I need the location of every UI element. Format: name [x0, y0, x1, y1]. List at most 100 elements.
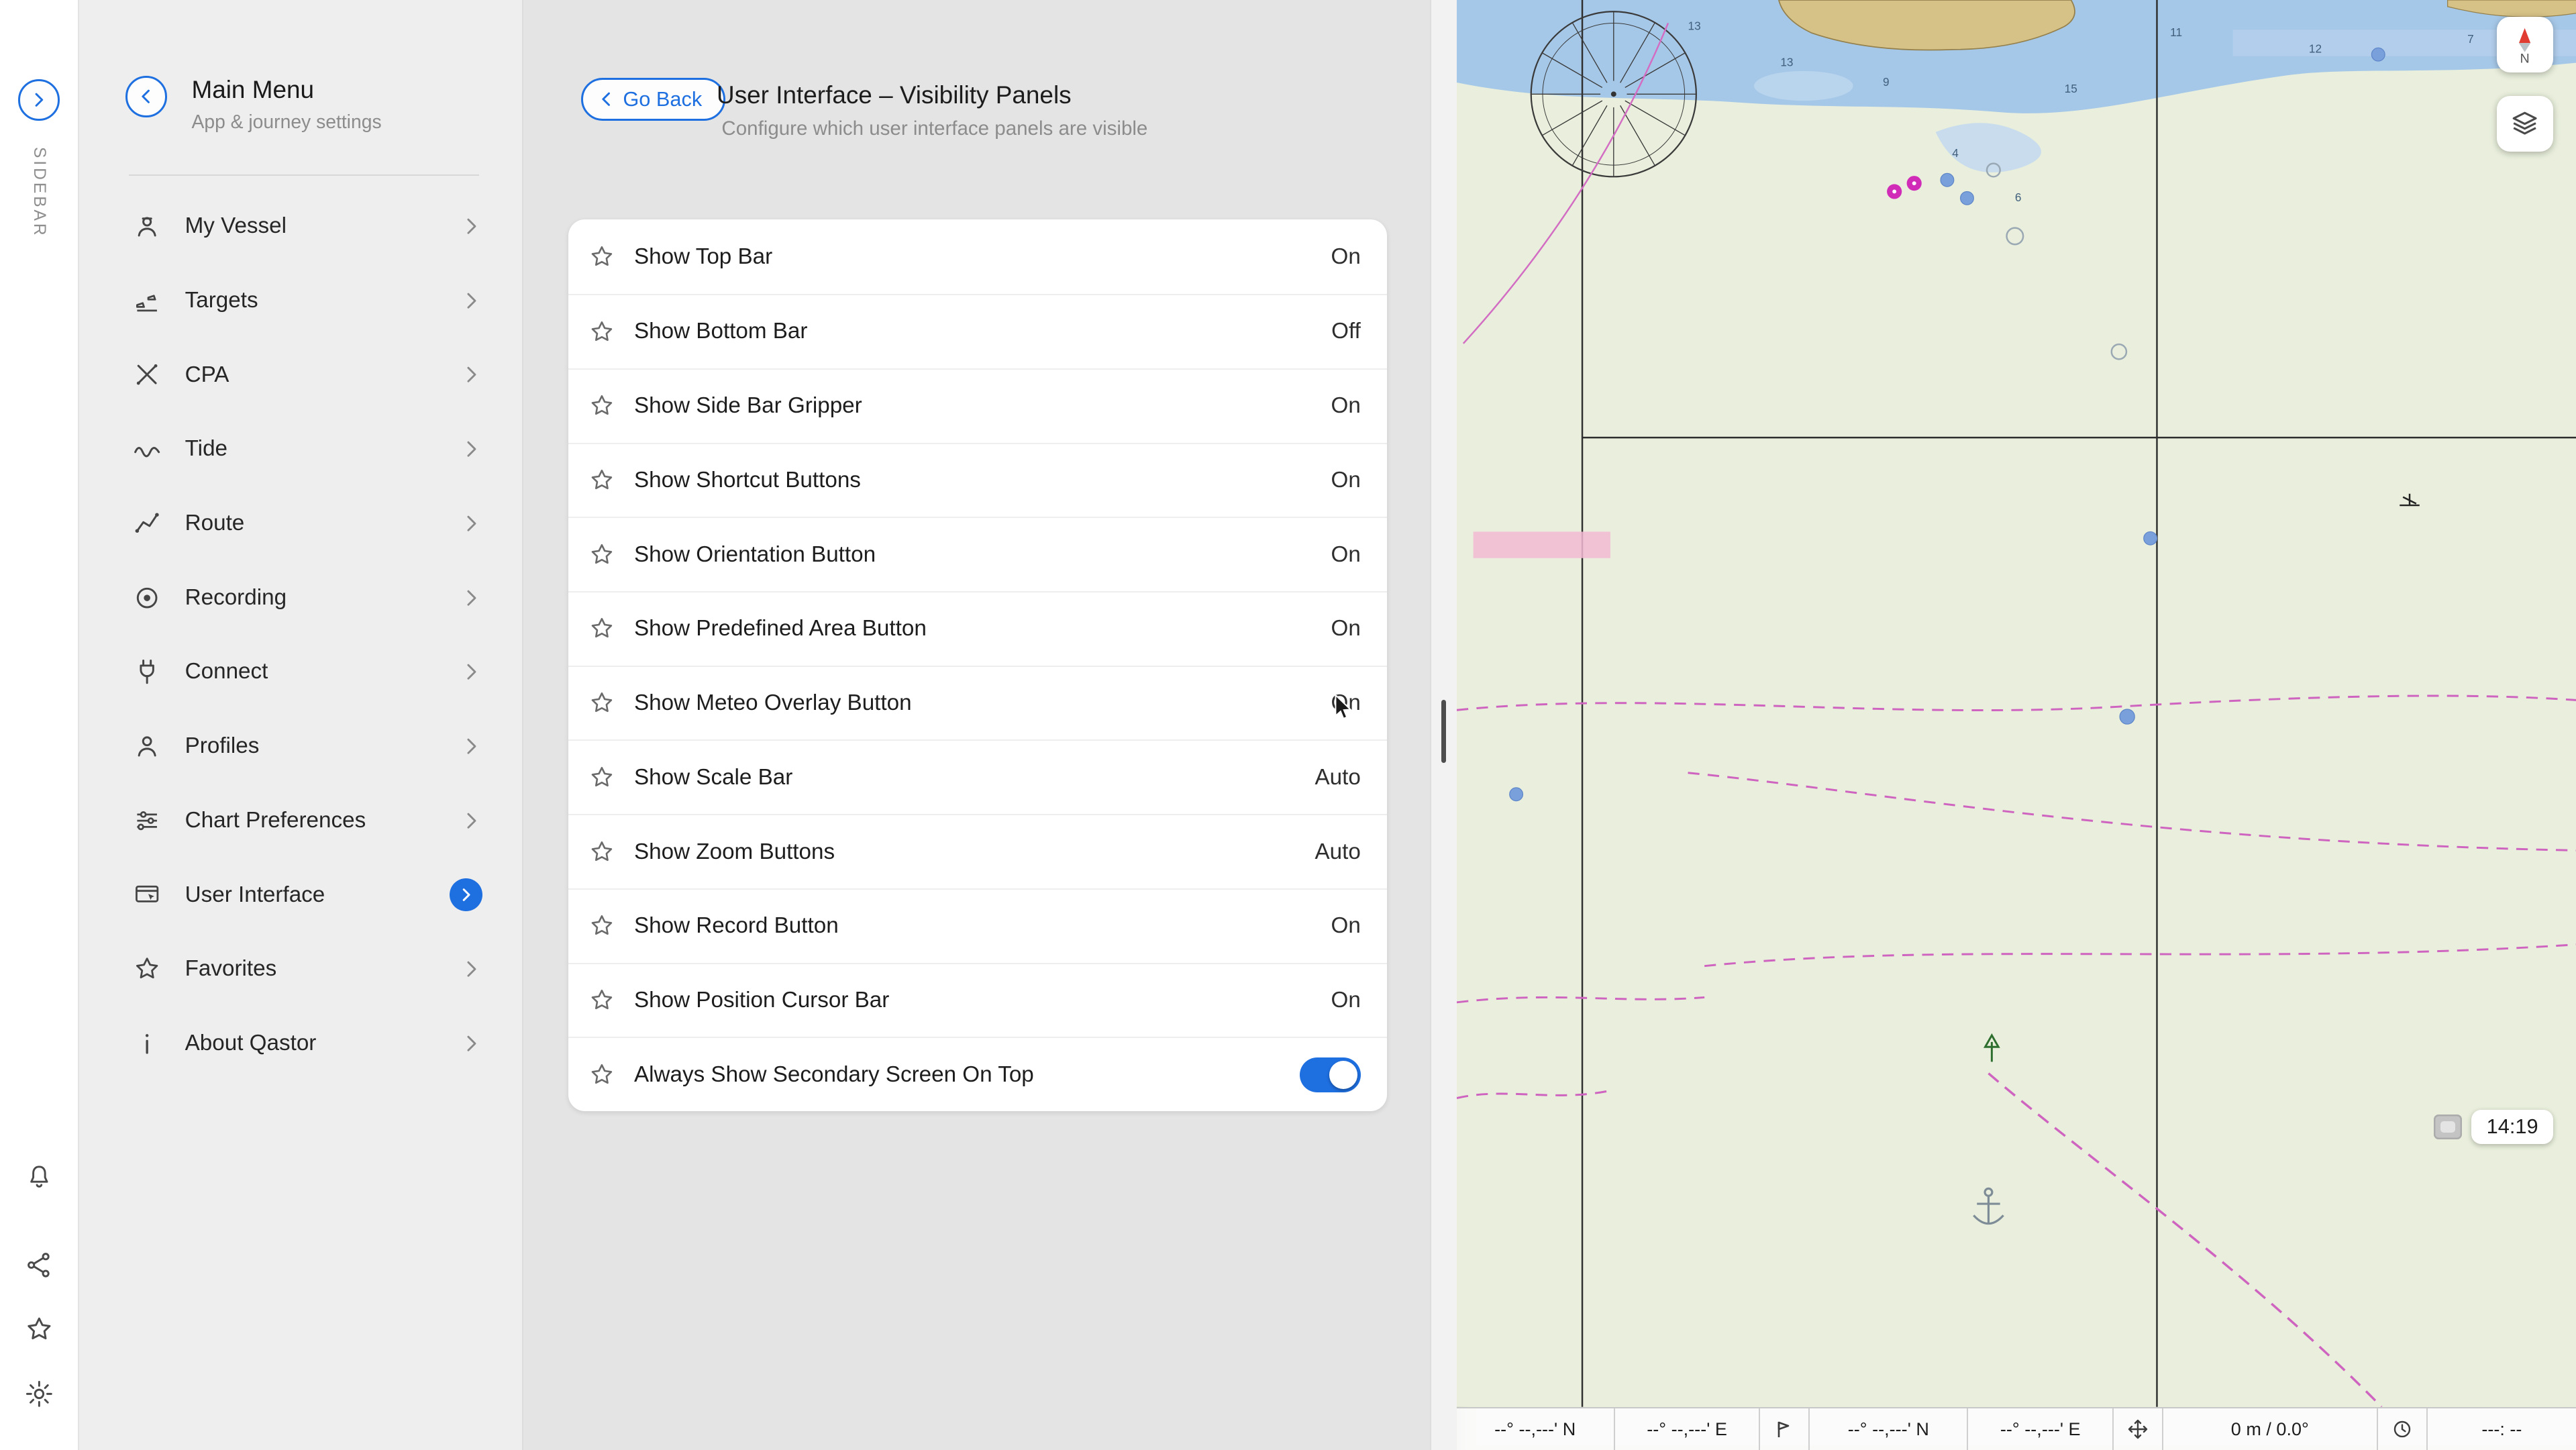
- setting-value[interactable]: On: [1331, 468, 1361, 493]
- favorite-star-icon[interactable]: [588, 764, 616, 792]
- setting-row-show-record-button[interactable]: Show Record Button On: [568, 888, 1388, 963]
- chevron-right-icon: [29, 90, 49, 110]
- route-icon: [132, 509, 162, 538]
- setting-label: Show Record Button: [633, 913, 839, 939]
- setting-row-show-orientation-button[interactable]: Show Orientation Button On: [568, 517, 1388, 591]
- setting-value[interactable]: On: [1331, 913, 1361, 939]
- share-connections-icon[interactable]: [22, 1249, 55, 1282]
- setting-row-show-bottom-bar[interactable]: Show Bottom Bar Off: [568, 294, 1388, 368]
- setting-row-show-position-cursor-bar[interactable]: Show Position Cursor Bar On: [568, 962, 1388, 1037]
- setting-label: Always Show Secondary Screen On Top: [633, 1061, 1034, 1087]
- favorite-star-icon[interactable]: [588, 318, 616, 346]
- chevron-right-icon: [460, 809, 482, 832]
- setting-row-always-show-secondary-screen[interactable]: Always Show Secondary Screen On Top: [568, 1037, 1388, 1111]
- layers-button[interactable]: [2497, 95, 2553, 152]
- menu-item-favorites[interactable]: Favorites: [109, 932, 495, 1006]
- sidebar-expand-button[interactable]: [18, 79, 60, 121]
- main-menu-header: Main Menu App & journey settings: [79, 0, 522, 133]
- setting-value[interactable]: Auto: [1315, 839, 1360, 865]
- favorite-star-icon[interactable]: [588, 986, 616, 1015]
- sidebar-rail-label: SIDEBAR: [30, 147, 49, 238]
- sidebar-gripper[interactable]: [1441, 700, 1447, 763]
- favorite-star-icon[interactable]: [588, 541, 616, 569]
- connect-plug-icon: [132, 657, 162, 686]
- settings-gear-icon[interactable]: [22, 1377, 55, 1410]
- menu-item-chart-preferences[interactable]: Chart Preferences: [109, 784, 495, 858]
- chevron-left-icon: [136, 87, 156, 107]
- menu-item-connect[interactable]: Connect: [109, 635, 495, 709]
- favorite-star-icon[interactable]: [588, 912, 616, 940]
- sidebar-rail: SIDEBAR: [0, 0, 80, 1450]
- svg-text:6: 6: [2014, 191, 2021, 204]
- toggle-knob: [1329, 1060, 1357, 1089]
- setting-value[interactable]: On: [1331, 393, 1361, 419]
- menu-item-label: Targets: [185, 287, 258, 313]
- chevron-right-icon: [460, 215, 482, 238]
- setting-value[interactable]: On: [1331, 988, 1361, 1013]
- setting-label: Show Orientation Button: [633, 541, 876, 567]
- menu-item-targets[interactable]: Targets: [109, 263, 495, 338]
- menu-item-recording[interactable]: Recording: [109, 560, 495, 635]
- setting-value[interactable]: Off: [1331, 319, 1361, 344]
- setting-row-show-shortcut-buttons[interactable]: Show Shortcut Buttons On: [568, 442, 1388, 517]
- menu-item-profiles[interactable]: Profiles: [109, 709, 495, 784]
- notifications-bell-icon[interactable]: [22, 1161, 55, 1194]
- menu-item-about-qastor[interactable]: About Qastor: [109, 1006, 495, 1081]
- menu-item-label: Chart Preferences: [185, 807, 366, 833]
- settings-panel: Go Back User Interface – Visibility Pane…: [523, 0, 1431, 1450]
- vessel-latitude: --° --,---' N: [1810, 1408, 1969, 1450]
- favorites-star-icon[interactable]: [22, 1313, 55, 1346]
- chevron-right-icon: [460, 512, 482, 535]
- menu-item-route[interactable]: Route: [109, 486, 495, 561]
- menu-item-cpa[interactable]: CPA: [109, 338, 495, 412]
- star-icon: [132, 954, 162, 984]
- favorite-star-icon[interactable]: [588, 615, 616, 643]
- compass-needle-icon: N: [2519, 28, 2531, 64]
- setting-value[interactable]: Auto: [1315, 765, 1360, 790]
- favorite-star-icon[interactable]: [588, 689, 616, 717]
- go-back-button[interactable]: Go Back: [581, 77, 726, 121]
- setting-row-show-side-bar-gripper[interactable]: Show Side Bar Gripper On: [568, 368, 1388, 443]
- svg-text:4: 4: [1952, 146, 1959, 160]
- svg-text:7: 7: [2467, 32, 2474, 46]
- secondary-screen-toggle[interactable]: [1299, 1057, 1361, 1092]
- speed-course-readout: 0 m / 0.0°: [2163, 1408, 2378, 1450]
- chart-area[interactable]: 13 13 9 4 6 11 12 7 15 N 14:19 --° --,--…: [1456, 0, 2576, 1450]
- recording-indicator-icon: [2433, 1114, 2462, 1139]
- menu-item-my-vessel[interactable]: My Vessel: [109, 189, 495, 264]
- setting-label: Show Zoom Buttons: [633, 839, 835, 864]
- qastor-app: SIDEBAR Main Menu App & journey settings…: [0, 0, 2576, 1450]
- svg-text:12: 12: [2308, 42, 2321, 56]
- north-orientation-button[interactable]: N: [2497, 16, 2553, 73]
- menu-item-user-interface[interactable]: User Interface: [109, 858, 495, 932]
- setting-value[interactable]: On: [1331, 542, 1361, 568]
- setting-value[interactable]: On: [1331, 616, 1361, 641]
- setting-value[interactable]: On: [1331, 244, 1361, 270]
- cursor-latitude: --° --,---' N: [1457, 1408, 1615, 1450]
- setting-label: Show Scale Bar: [633, 764, 793, 790]
- waypoint-flag-icon: [1760, 1408, 1810, 1450]
- recording-icon: [132, 583, 162, 613]
- setting-row-show-scale-bar[interactable]: Show Scale Bar Auto: [568, 739, 1388, 814]
- map-clock-badge[interactable]: 14:19: [2471, 1109, 2553, 1144]
- svg-text:13: 13: [1780, 55, 1793, 68]
- favorite-star-icon[interactable]: [588, 466, 616, 495]
- setting-row-show-predefined-area-button[interactable]: Show Predefined Area Button On: [568, 590, 1388, 666]
- chevron-right-icon: [460, 735, 482, 758]
- window-cursor-icon: [132, 880, 162, 910]
- favorite-star-icon[interactable]: [588, 838, 616, 866]
- menu-back-button[interactable]: [125, 76, 167, 117]
- favorite-star-icon[interactable]: [588, 243, 616, 271]
- favorite-star-icon[interactable]: [588, 392, 616, 420]
- menu-item-tide[interactable]: Tide: [109, 412, 495, 486]
- vessel-captain-icon: [132, 211, 162, 241]
- chevron-right-icon: [460, 957, 482, 980]
- eta-readout: ---: --: [2481, 1418, 2522, 1439]
- setting-row-show-zoom-buttons[interactable]: Show Zoom Buttons Auto: [568, 814, 1388, 888]
- setting-row-show-top-bar[interactable]: Show Top Bar On: [568, 219, 1388, 294]
- setting-label: Show Meteo Overlay Button: [633, 690, 912, 716]
- setting-value[interactable]: On: [1331, 690, 1361, 716]
- setting-row-show-meteo-overlay-button[interactable]: Show Meteo Overlay Button On: [568, 665, 1388, 740]
- map-clock-group: 14:19: [2433, 1109, 2553, 1144]
- favorite-star-icon[interactable]: [588, 1061, 616, 1089]
